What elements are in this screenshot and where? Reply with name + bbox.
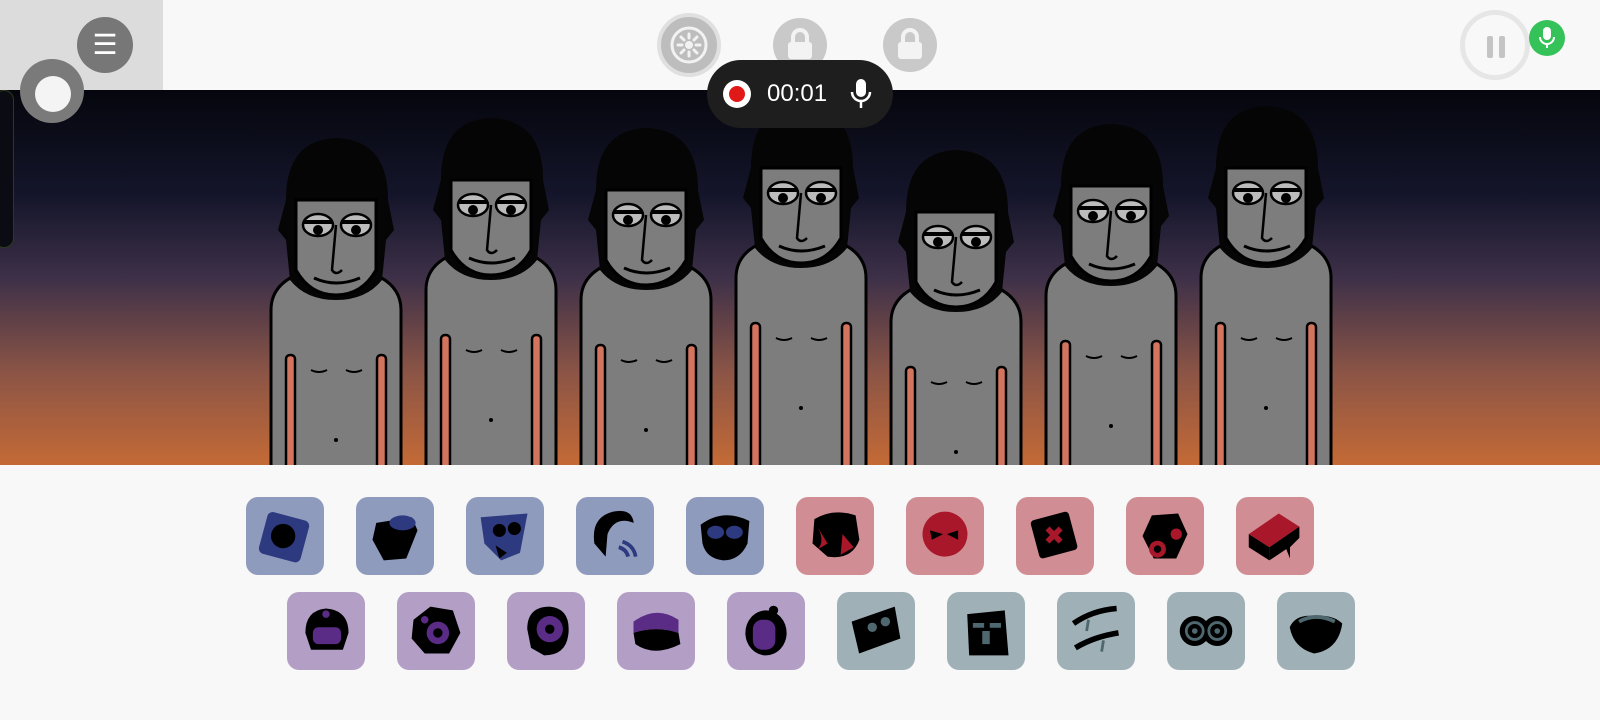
beatboxer-character[interactable] [266, 130, 406, 465]
recording-indicator[interactable]: 00:01 [707, 60, 893, 128]
sound-melody-3[interactable] [507, 592, 585, 670]
mask-icon [480, 513, 528, 561]
character-stage [0, 90, 1600, 465]
cross-box-icon [1030, 511, 1078, 559]
sound-beat-3[interactable] [466, 497, 544, 575]
sound-beat-5[interactable] [686, 497, 764, 575]
sound-voice-4[interactable] [1167, 592, 1245, 670]
beatboxer-character[interactable] [576, 120, 716, 465]
sound-effect-2[interactable] [906, 497, 984, 575]
microphone-icon [1539, 27, 1555, 48]
pause-icon [1487, 36, 1493, 58]
sound-voice-1[interactable] [837, 592, 915, 670]
balaclava-icon [922, 511, 968, 557]
visor-icon [745, 605, 787, 656]
recording-time: 00:01 [767, 80, 828, 107]
sound-melody-1[interactable] [287, 592, 365, 670]
beatboxer-character[interactable] [1041, 116, 1181, 465]
beatboxer-character[interactable] [1196, 98, 1336, 465]
sound-melody-5[interactable] [727, 592, 805, 670]
beatboxer-character[interactable] [731, 98, 871, 465]
glasses-card-icon [851, 606, 901, 654]
microphone-status-badge[interactable] [1529, 20, 1565, 56]
sound-effect-1[interactable] [796, 497, 874, 575]
gasmask-icon [1142, 513, 1188, 559]
hat-icon [1289, 615, 1343, 654]
sound-voice-5[interactable] [1277, 592, 1355, 670]
headset-icon [593, 510, 638, 558]
sound-effect-4[interactable] [1126, 497, 1204, 575]
block-face-icon [967, 610, 1009, 656]
spiral-glasses-icon [1179, 616, 1233, 646]
drag-handle[interactable] [20, 59, 84, 123]
record-dot-icon [723, 80, 751, 108]
beatboxer-character[interactable] [421, 110, 561, 465]
lock-icon [788, 28, 812, 59]
locked-slot-button[interactable] [883, 18, 937, 72]
splat-icon [812, 512, 860, 558]
wheel-icon [670, 26, 708, 64]
cap-icon [372, 515, 418, 561]
menu-button[interactable]: ☰ [77, 17, 133, 73]
helmet-icon [305, 608, 349, 650]
beatboxer-character[interactable] [886, 142, 1026, 465]
tear-eyes-icon [1071, 605, 1119, 652]
sound-melody-4[interactable] [617, 592, 695, 670]
sound-effect-3[interactable] [1016, 497, 1094, 575]
sound-beat-2[interactable] [356, 497, 434, 575]
pause-button[interactable] [1460, 10, 1530, 80]
disc-head-icon [527, 606, 569, 656]
goggles-icon [700, 515, 750, 561]
sound-palette [0, 465, 1600, 720]
sound-voice-2[interactable] [947, 592, 1025, 670]
side-drawer-tab[interactable] [0, 90, 14, 248]
sound-beat-1[interactable] [246, 497, 324, 575]
lock-icon [898, 28, 922, 59]
cap-visor-icon [633, 612, 681, 651]
sound-voice-3[interactable] [1057, 592, 1135, 670]
hamburger-icon: ☰ [92, 29, 118, 60]
sound-beat-4[interactable] [576, 497, 654, 575]
microphone-icon [850, 79, 872, 108]
mode-toggle-button[interactable] [657, 13, 721, 77]
gear-speaker-icon [411, 606, 461, 654]
sound-melody-2[interactable] [397, 592, 475, 670]
speaker-icon [258, 512, 310, 563]
sound-effect-5[interactable] [1236, 497, 1314, 575]
drip-block-icon [1248, 513, 1300, 561]
